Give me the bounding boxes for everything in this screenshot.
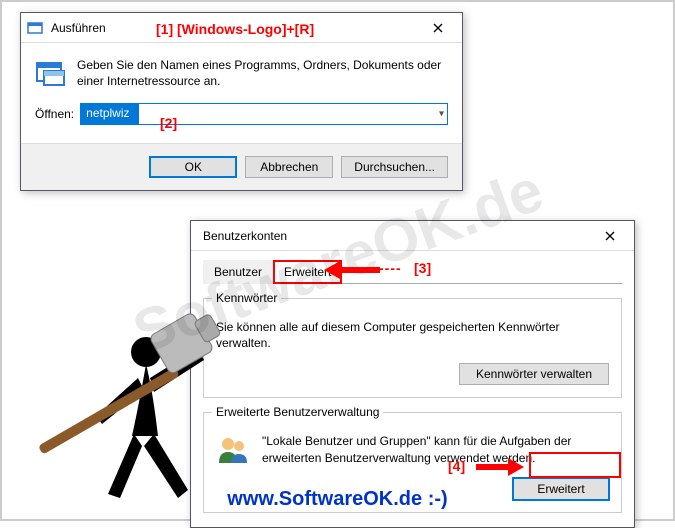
run-ok-button[interactable]: OK xyxy=(149,156,237,178)
tab-users[interactable]: Benutzer xyxy=(203,260,273,284)
run-open-value: netplwiz xyxy=(85,106,130,120)
close-icon xyxy=(605,231,615,241)
run-open-combo[interactable]: netplwiz ▾ xyxy=(80,103,448,125)
run-description: Geben Sie den Namen eines Programms, Ord… xyxy=(77,57,448,89)
run-open-label: Öffnen: xyxy=(35,107,74,121)
run-title: Ausführen xyxy=(49,21,416,35)
run-close-button[interactable] xyxy=(416,14,460,42)
ua-titlebar: Benutzerkonten xyxy=(191,221,634,251)
manage-passwords-button[interactable]: Kennwörter verwalten xyxy=(459,363,609,385)
group-passwords-desc: Sie können alle auf diesem Computer gesp… xyxy=(216,319,609,351)
run-program-icon xyxy=(35,57,67,89)
footer-url: www.SoftwareOK.de :-) xyxy=(2,488,673,511)
run-titlebar: Ausführen xyxy=(21,13,462,43)
close-icon xyxy=(433,23,443,33)
ua-close-button[interactable] xyxy=(588,222,632,250)
group-passwords: Kennwörter Sie können alle auf diesem Co… xyxy=(203,298,622,398)
mascot-figure xyxy=(38,298,248,508)
run-dialog: Ausführen Geben Sie den Namen eines Prog… xyxy=(20,12,463,191)
tab-advanced[interactable]: Erweitert xyxy=(273,260,342,284)
run-cancel-button[interactable]: Abbrechen xyxy=(245,156,333,178)
run-browse-button[interactable]: Durchsuchen... xyxy=(341,156,448,178)
ua-title: Benutzerkonten xyxy=(197,229,588,243)
annotation-3-dashes: ---- xyxy=(379,260,402,276)
user-accounts-dialog: Benutzerkonten Benutzer Erweitert Kennwö… xyxy=(190,220,635,528)
run-title-icon xyxy=(27,20,43,36)
group-advanced-desc: "Lokale Benutzer und Gruppen" kann für d… xyxy=(262,433,609,465)
ua-tabs: Benutzer Erweitert xyxy=(203,259,622,284)
